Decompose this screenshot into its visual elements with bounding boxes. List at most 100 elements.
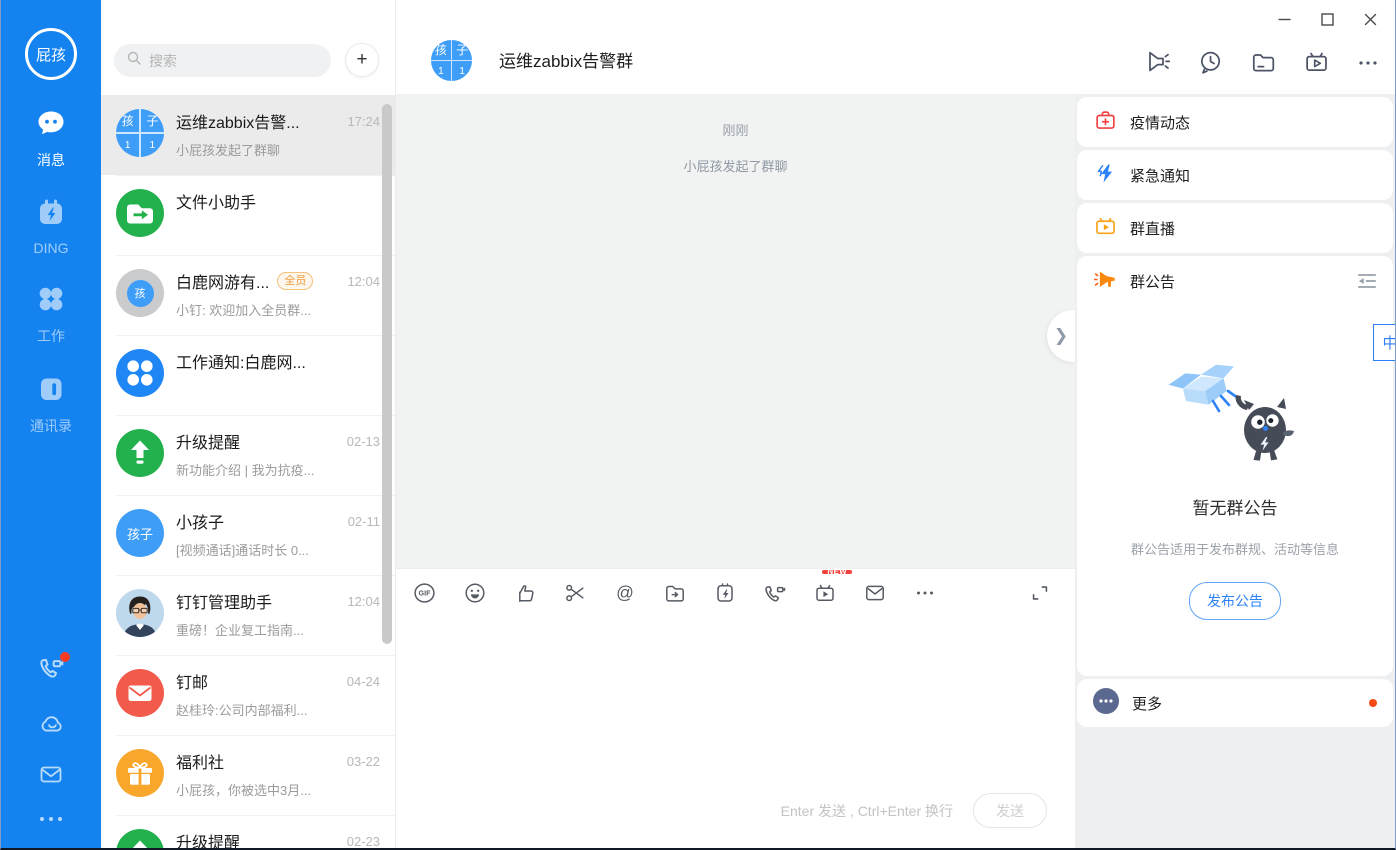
scissors-icon[interactable] <box>563 581 587 605</box>
group-live-icon[interactable]: NEW <box>813 567 852 605</box>
add-chat-button[interactable]: + <box>345 43 379 77</box>
more-ellipsis-icon[interactable] <box>1356 49 1380 75</box>
expand-panel-handle[interactable]: ❯ <box>1047 310 1075 362</box>
svg-text:GIF: GIF <box>419 588 432 597</box>
message-bubble-icon <box>36 108 66 143</box>
chat-list-item[interactable]: 福利社 03-22 小屁孩，你被选中3月... <box>101 735 395 815</box>
chat-preview: [视频通话]通话时长 0... <box>176 543 309 558</box>
emoji-icon[interactable] <box>463 581 487 605</box>
upgrade-arrow-icon <box>116 829 164 848</box>
live-tv-icon <box>1094 215 1117 242</box>
more-ellipsis-icon[interactable] <box>38 814 64 824</box>
chat-preview: 赵桂玲:公司内部福利... <box>176 703 308 718</box>
message-input[interactable] <box>406 626 1065 788</box>
composer: Enter 发送 , Ctrl+Enter 换行 发送 <box>396 616 1075 848</box>
chat-title: 小孩子 <box>176 515 225 532</box>
mail-envelope-icon <box>116 669 164 717</box>
chat-list-item[interactable]: 升级提醒 02-13 新功能介绍 | 我为抗疫... <box>101 415 395 495</box>
chat-list-item[interactable]: 钉邮 04-24 赵桂玲:公司内部福利... <box>101 655 395 735</box>
chevron-right-icon: ❯ <box>1053 326 1069 345</box>
chat-title: 升级提醒 <box>176 435 241 452</box>
main-content: 刚刚 小屁孩发起了群聊 ❯ GIF @ NEW Enter 发送 , Ctrl+… <box>396 95 1395 848</box>
chat-time: 02-13 <box>346 433 380 449</box>
chat-title: 福利社 <box>176 755 225 772</box>
chat-list-panel: + 孩子11 运维zabbix告警... 17:24 小屁孩发起了群聊 文件小助手 <box>101 0 396 848</box>
maximize-button[interactable] <box>1319 11 1336 28</box>
sidebar-item-label: 消息 <box>37 152 65 168</box>
chat-list-item[interactable]: 升级提醒 02-23 <box>101 815 395 848</box>
search-input[interactable] <box>149 52 319 69</box>
chat-list-item[interactable]: 钉钉管理助手 12:04 重磅！企业复工指南... <box>101 575 395 655</box>
more-ellipsis-icon[interactable] <box>913 581 937 605</box>
sidebar-item-messages[interactable]: 消息 <box>36 108 66 170</box>
mail-icon[interactable] <box>38 763 64 785</box>
chat-header-actions <box>1143 49 1380 75</box>
video-call-icon[interactable] <box>763 581 787 605</box>
collapse-panel-icon[interactable] <box>1355 269 1379 293</box>
mention-icon[interactable]: @ <box>613 581 637 605</box>
chat-title: 工作通知:白鹿网... <box>176 355 306 372</box>
panel-item-label: 群直播 <box>1130 220 1176 238</box>
ime-language-indicator[interactable]: 中 <box>1373 324 1395 361</box>
folder-icon[interactable] <box>1250 49 1276 75</box>
live-tv-icon[interactable] <box>1303 49 1329 75</box>
group-quadrant-avatar: 孩子11 <box>116 109 164 157</box>
chat-title: 运维zabbix告警... <box>176 115 300 132</box>
panel-item-epidemic[interactable]: 疫情动态 <box>1077 97 1393 147</box>
minimize-button[interactable] <box>1276 11 1293 28</box>
video-phone-icon[interactable] <box>38 652 70 681</box>
fullscreen-icon[interactable] <box>1029 582 1051 604</box>
file-helper-folder-icon <box>116 189 164 237</box>
sidebar-item-label: 通讯录 <box>30 418 72 434</box>
sidebar-item-contacts[interactable]: 通讯录 <box>30 374 72 436</box>
time-divider: 刚刚 <box>722 123 749 138</box>
announcement-card: 群公告 暂无群公告 群公告适用于发布群规、活动等信息 发布公告 <box>1077 256 1393 676</box>
svg-text:@: @ <box>616 582 634 602</box>
panel-item-label: 紧急通知 <box>1130 167 1191 185</box>
chat-time: 02-23 <box>346 833 380 849</box>
publish-announcement-button[interactable]: 发布公告 <box>1189 582 1281 620</box>
gif-icon[interactable]: GIF <box>412 581 437 605</box>
chat-history-icon[interactable] <box>1197 49 1223 75</box>
megaphone-icon <box>1093 268 1117 295</box>
thumb-up-icon[interactable] <box>513 581 537 605</box>
chat-title: 钉钉管理助手 <box>176 595 273 612</box>
upgrade-arrow-icon <box>116 429 164 477</box>
message-area: 刚刚 小屁孩发起了群聊 ❯ <box>396 95 1075 568</box>
close-button[interactable] <box>1362 11 1379 28</box>
announcement-title: 群公告 <box>1130 273 1176 291</box>
chat-list-item[interactable]: 孩子 小孩子 02-11 [视频通话]通话时长 0... <box>101 495 395 575</box>
plus-icon: + <box>356 49 368 70</box>
group-quadrant-avatar[interactable]: 孩子11 <box>431 40 472 81</box>
sidebar-item-ding[interactable]: DING <box>34 198 69 256</box>
ding-icon[interactable] <box>713 581 737 605</box>
chat-list-topbar: + <box>101 0 395 95</box>
announcement-icon[interactable] <box>1143 49 1171 75</box>
file-send-icon[interactable] <box>663 581 687 605</box>
empty-announcement-desc: 群公告适用于发布群规、活动等信息 <box>1130 542 1339 557</box>
avatar[interactable]: 屁孩 <box>25 28 77 80</box>
send-button[interactable]: 发送 <box>973 793 1047 828</box>
chat-list-item[interactable]: 工作通知:白鹿网... <box>101 335 395 415</box>
chat-list-scrollbar[interactable] <box>382 104 392 644</box>
medkit-icon <box>1094 109 1117 136</box>
new-badge: NEW <box>822 567 852 575</box>
sidebar-item-work[interactable]: 工作 <box>36 284 66 346</box>
chat-preview: 小屁孩，你被选中3月... <box>176 783 312 798</box>
chat-title: 白鹿网游有... <box>176 275 270 292</box>
conversation-column: 刚刚 小屁孩发起了群聊 ❯ GIF @ NEW Enter 发送 , Ctrl+… <box>396 95 1075 848</box>
chat-list-item[interactable]: 文件小助手 <box>101 175 395 255</box>
chat-title: 升级提醒 <box>176 835 241 848</box>
search-bar[interactable] <box>114 44 331 77</box>
panel-item-label: 更多 <box>1132 695 1163 713</box>
group-side-panel: 疫情动态 紧急通知 群直播 群公告 暂无群公告 群公告适用于发布群规、活动等信息… <box>1075 95 1395 848</box>
panel-item-more[interactable]: 更多 <box>1077 679 1393 727</box>
system-message: 小屁孩发起了群聊 <box>683 159 788 174</box>
sidebar-bottom <box>38 652 70 824</box>
panel-item-group-live[interactable]: 群直播 <box>1077 203 1393 253</box>
panel-item-urgent-notice[interactable]: 紧急通知 <box>1077 150 1393 200</box>
chat-list-item[interactable]: 孩子11 运维zabbix告警... 17:24 小屁孩发起了群聊 <box>101 95 395 175</box>
mail-icon[interactable] <box>863 581 887 605</box>
cloud-drive-icon[interactable] <box>38 710 65 734</box>
chat-list-item[interactable]: 孩 白鹿网游有... 全员 12:04 小钉: 欢迎加入全员群... <box>101 255 395 335</box>
